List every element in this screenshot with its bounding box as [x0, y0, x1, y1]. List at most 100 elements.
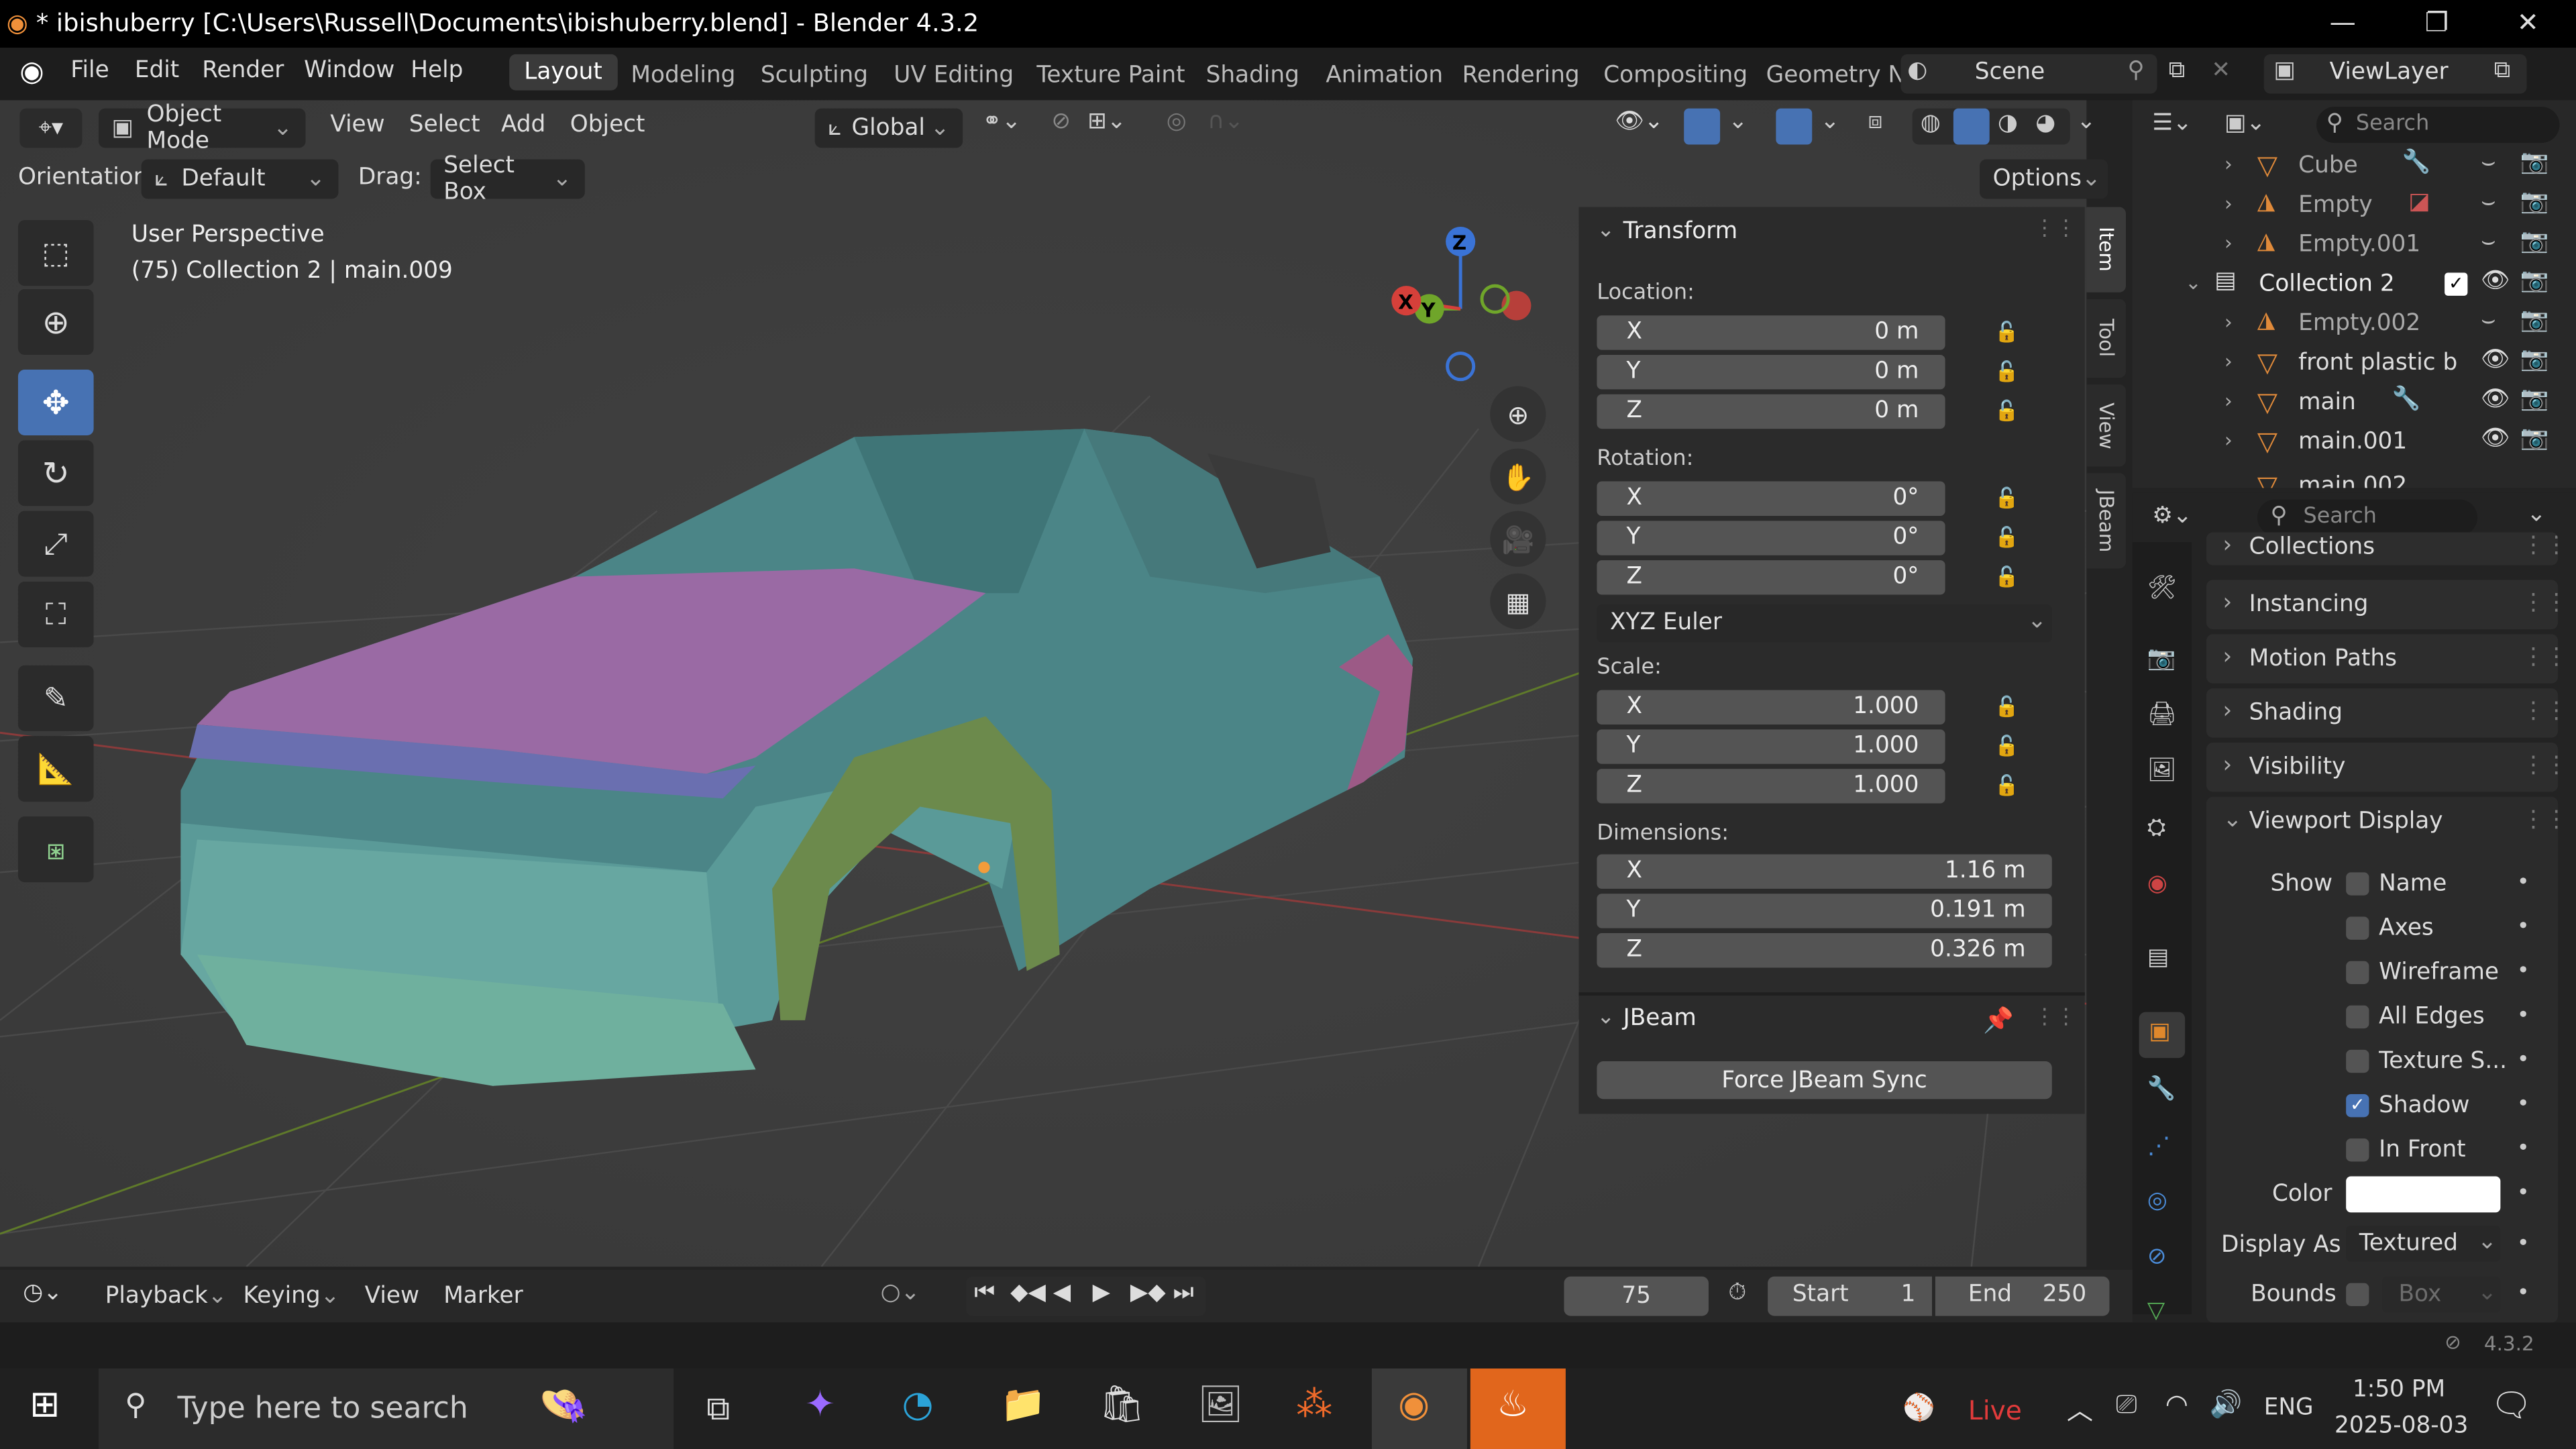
eye-icon[interactable]: 👁 — [2481, 347, 2510, 373]
keyframe-dot-icon[interactable]: • — [2517, 871, 2530, 896]
tab-texture-paint[interactable]: Texture Paint — [1036, 62, 1185, 89]
camera-icon[interactable]: 📷 — [2520, 425, 2549, 451]
expand-icon[interactable]: › — [2224, 231, 2233, 254]
tab-shading[interactable]: Shading — [1206, 62, 1299, 89]
rotation-x-field[interactable]: X 0° — [1597, 481, 1945, 516]
mlb-icon[interactable]: ⚾ — [1902, 1391, 1935, 1423]
dimensions-z-field[interactable]: Z 0.326 m — [1597, 933, 2052, 968]
lock-icon[interactable]: 🔓 — [1994, 735, 2024, 757]
camera-icon[interactable]: 📷 — [2520, 150, 2549, 176]
navigation-gizmo[interactable]: Z Y X — [1380, 219, 1544, 383]
new-scene-icon[interactable]: ⧉ — [2169, 58, 2185, 84]
dimensions-y-field[interactable]: Y 0.191 m — [1597, 894, 2052, 928]
tab-jbeam[interactable]: JBeam — [2086, 473, 2127, 569]
close-icon[interactable]: ✕ — [2517, 7, 2539, 38]
lock-icon[interactable]: 🔓 — [1994, 321, 2024, 343]
app-icon[interactable]: ⁂ — [1296, 1385, 1332, 1426]
lock-icon[interactable]: 🔓 — [1994, 695, 2024, 718]
menu-render[interactable]: Render — [202, 58, 284, 84]
chevron-down-icon[interactable]: ⌄ — [2222, 806, 2242, 833]
keyframe-dot-icon[interactable]: • — [2517, 1093, 2530, 1118]
pivot-icon[interactable]: ⚭⌄ — [983, 109, 1021, 135]
view-layer-selector[interactable]: ▣ ViewLayer ⧉ — [2263, 54, 2527, 94]
gizmo-toggle-icon[interactable] — [1684, 108, 1721, 145]
tab-geometry-nodes[interactable]: Geometry N — [1766, 62, 1906, 89]
transform-tool[interactable]: ⛶ — [17, 581, 94, 647]
menu-edit[interactable]: Edit — [135, 58, 179, 84]
tab-item[interactable]: Item — [2086, 207, 2127, 292]
bounds-type-dropdown[interactable]: Box ⌄ — [2382, 1276, 2501, 1313]
output-tab-icon[interactable]: 🖨 — [2147, 702, 2177, 728]
snap-icon[interactable]: ⊘ — [1051, 109, 1071, 135]
transform-orientation[interactable]: ⟀ Global ⌄ — [814, 108, 963, 148]
outliner-row[interactable]: › ▽ main 🔧 👁 📷 — [2133, 384, 2576, 424]
eye-closed-icon[interactable]: ⌣ — [2481, 307, 2496, 333]
chevron-down-icon[interactable]: ⌄ — [2527, 501, 2546, 527]
xray-icon[interactable]: ⧈ — [1868, 109, 1883, 135]
chevron-down-icon[interactable]: ⌄ — [2077, 109, 2096, 135]
zoom-button[interactable]: ⊕ — [1490, 386, 1546, 442]
keyframe-dot-icon[interactable]: • — [2517, 1281, 2530, 1306]
pin-icon[interactable]: 📌 — [1983, 1006, 2014, 1035]
clock-time[interactable]: 1:50 PM — [2353, 1377, 2445, 1403]
menu-select[interactable]: Select — [409, 112, 480, 138]
outliner-row[interactable]: › ▽ front plastic b 👁 📷 — [2133, 345, 2576, 384]
tool-tab-icon[interactable]: 🛠 — [2147, 575, 2177, 601]
rendered-shading-icon[interactable]: ◕ — [2035, 110, 2055, 136]
display-as-dropdown[interactable]: Textured ⌄ — [2346, 1225, 2501, 1262]
display-mode-icon[interactable]: ▣⌄ — [2224, 110, 2265, 136]
taskbar-search-input[interactable]: ⚲ Type here to search 👒 — [98, 1368, 674, 1449]
tab-compositing[interactable]: Compositing — [1603, 62, 1748, 89]
solid-shading-icon[interactable] — [1953, 108, 1990, 145]
color-swatch[interactable] — [2346, 1176, 2501, 1213]
stopwatch-icon[interactable]: ⏱ — [1728, 1280, 1746, 1306]
volume-icon[interactable]: 🔊 — [2210, 1388, 2243, 1419]
tab-tool[interactable]: Tool — [2086, 299, 2127, 378]
chevron-up-icon[interactable]: ︿ — [2067, 1388, 2093, 1428]
location-x-field[interactable]: X 0 m — [1597, 315, 1945, 350]
store-icon[interactable]: 🛍 — [1099, 1385, 1144, 1426]
jump-start-icon[interactable]: ⏮ — [974, 1280, 995, 1306]
end-frame-field[interactable]: End 250 — [1935, 1276, 2110, 1316]
menu-object[interactable]: Object — [570, 112, 645, 138]
add-cube-tool[interactable]: ⧆ — [17, 816, 94, 883]
measure-tool[interactable]: 📐 — [17, 736, 94, 802]
show-in-front-checkbox[interactable] — [2346, 1138, 2369, 1162]
keyframe-dot-icon[interactable]: • — [2517, 959, 2530, 984]
location-y-field[interactable]: Y 0 m — [1597, 354, 1945, 390]
delete-scene-icon[interactable]: ✕ — [2211, 58, 2231, 84]
camera-icon[interactable]: 📷 — [2520, 189, 2549, 215]
scale-z-field[interactable]: Z 1.000 — [1597, 769, 1945, 804]
options-dropdown[interactable]: Options ⌄ — [1980, 159, 2108, 199]
properties-type-icon[interactable]: ⚙⌄ — [2152, 502, 2192, 529]
tab-rendering[interactable]: Rendering — [1462, 62, 1580, 89]
next-keyframe-icon[interactable]: ▶◆ — [1130, 1280, 1166, 1306]
tab-uv-editing[interactable]: UV Editing — [894, 62, 1014, 89]
steam-taskbar-button[interactable]: ♨ — [1470, 1368, 1566, 1449]
photos-icon[interactable]: 🖼 — [1197, 1385, 1243, 1426]
chevron-down-icon[interactable]: ⌄ — [1820, 109, 1839, 135]
play-icon[interactable]: ▶ — [1093, 1280, 1110, 1306]
view-layer-tab-icon[interactable]: 🖼 — [2147, 757, 2177, 784]
rotate-tool[interactable]: ↻ — [17, 440, 94, 506]
jump-end-icon[interactable]: ⏭ — [1173, 1280, 1194, 1306]
expand-icon[interactable]: › — [2224, 429, 2233, 451]
expand-icon[interactable]: › — [2224, 389, 2233, 412]
show-axes-checkbox[interactable] — [2346, 916, 2369, 940]
outliner-row[interactable]: › ▽ Cube 🔧 ⌣ 📷 — [2133, 148, 2576, 187]
proportional-edit-icon[interactable]: ◎ — [1167, 109, 1187, 135]
restore-icon[interactable]: ❐ — [2425, 7, 2449, 38]
physics-tab-icon[interactable]: ◎ — [2147, 1188, 2167, 1214]
keyframe-dot-icon[interactable]: • — [2517, 1137, 2530, 1162]
visibility-icon[interactable]: 👁⌄ — [1615, 109, 1663, 135]
location-z-field[interactable]: Z 0 m — [1597, 394, 1945, 429]
rotation-z-field[interactable]: Z 0° — [1597, 560, 1945, 595]
file-explorer-icon[interactable]: 📁 — [1000, 1385, 1045, 1426]
keyframe-dot-icon[interactable]: • — [2517, 1048, 2530, 1073]
drag-handle-icon[interactable]: ⋮⋮ — [2034, 1006, 2077, 1030]
constraints-tab-icon[interactable]: ⊘ — [2147, 1244, 2167, 1270]
collection-tab-icon[interactable]: ▤ — [2147, 945, 2169, 971]
camera-icon[interactable]: 📷 — [2520, 268, 2549, 294]
wireframe-shading-icon[interactable]: ◍ — [1921, 110, 1941, 136]
timeline-editor-icon[interactable]: ◷⌄ — [23, 1280, 62, 1306]
